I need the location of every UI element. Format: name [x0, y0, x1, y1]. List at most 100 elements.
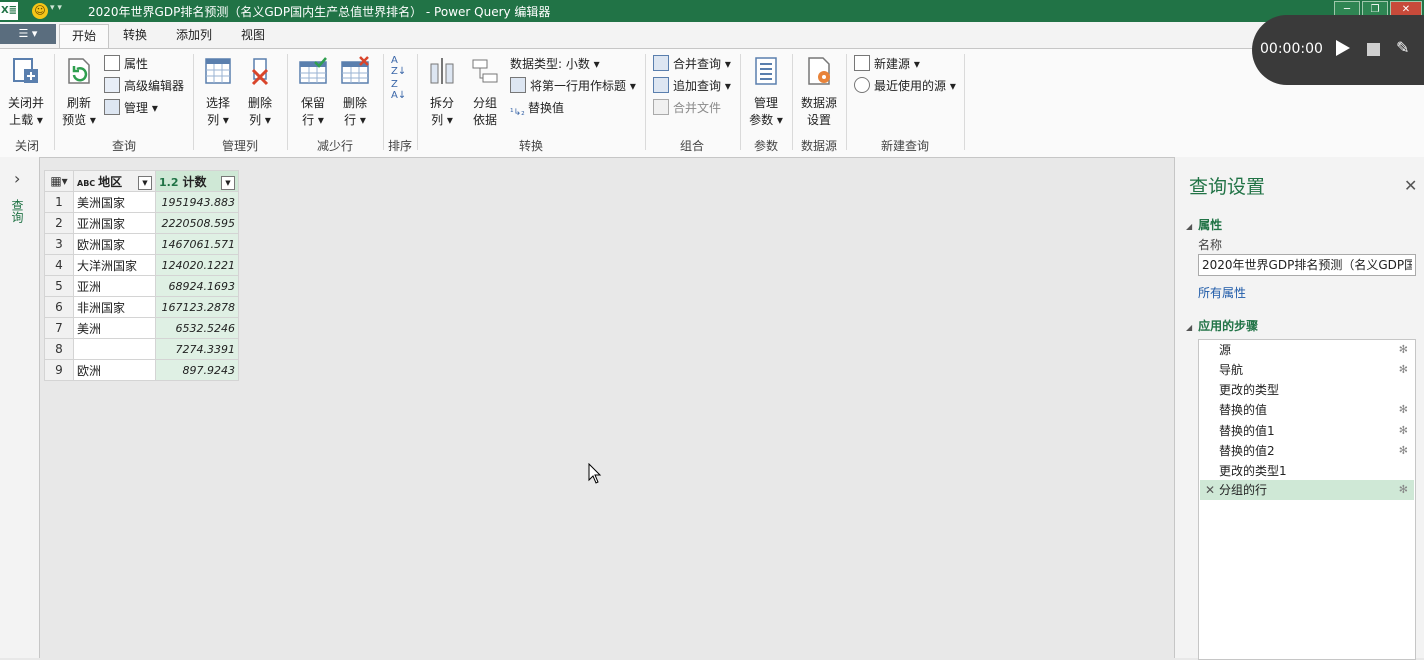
delete-step-icon[interactable]: ✕ — [1205, 480, 1215, 500]
quick-access-toolbar[interactable]: ▾ ▾ — [50, 3, 62, 13]
applied-steps-list: 源 ✻ 导航 ✻ 更改的类型 替换的值 ✻ 替换的值1 ✻ 替换的值2 ✻ 更改的类型1 … — [1198, 339, 1416, 660]
column-header-region[interactable]: ABC 地区 ▼ — [73, 170, 156, 192]
collapse-triangle-icon: ◢ — [1186, 323, 1193, 332]
manage-parameters-button[interactable]: 管理 参数 ▾ — [746, 56, 786, 129]
group-label-transform: 转换 — [518, 139, 543, 153]
stop-icon[interactable] — [1367, 43, 1380, 56]
queries-pane-collapsed: › 查询 — [0, 157, 40, 658]
new-source-button[interactable]: 新建源 ▾ — [854, 55, 920, 73]
append-queries-button[interactable]: 追加查询 ▾ — [653, 77, 731, 95]
split-column-button[interactable]: 拆分 列 ▾ — [424, 56, 460, 129]
table-row: 7 美洲 6532.5246 — [44, 317, 239, 339]
remove-columns-icon — [251, 58, 269, 86]
gear-icon[interactable]: ✻ — [1399, 480, 1408, 500]
advanced-editor-icon — [104, 77, 120, 93]
merge-queries-button[interactable]: 合并查询 ▾ — [653, 55, 731, 73]
properties-icon — [104, 55, 120, 71]
advanced-editor-button[interactable]: 高级编辑器 — [104, 77, 184, 95]
data-source-settings-button[interactable]: 数据源 设置 — [798, 56, 840, 129]
refresh-preview-button[interactable]: 刷新 预览 ▾ — [60, 56, 98, 129]
smiley-feedback-icon[interactable]: ☺ — [32, 3, 48, 19]
group-separator — [417, 54, 418, 150]
group-label-query: 查询 — [111, 139, 136, 153]
split-column-label-1: 拆分 — [429, 96, 454, 110]
list-item[interactable]: 更改的类型 — [1200, 380, 1414, 400]
close-icon[interactable]: ✕ — [1404, 176, 1417, 195]
list-item[interactable]: 替换的值2 ✻ — [1200, 441, 1414, 461]
manage-icon — [104, 99, 120, 115]
excel-app-icon[interactable]: X≣ — [0, 2, 18, 20]
decimal-type-icon[interactable]: 1.2 — [159, 176, 179, 189]
gear-icon[interactable]: ✻ — [1399, 340, 1408, 360]
table-row: 6 非洲国家 167123.2878 — [44, 296, 239, 318]
keep-rows-icon — [299, 57, 327, 84]
remove-rows-icon — [341, 56, 369, 84]
gear-icon[interactable]: ✻ — [1399, 400, 1408, 420]
queries-pane-label[interactable]: 查询 — [10, 199, 26, 223]
close-and-load-button[interactable]: 关闭并 上载 ▾ — [4, 56, 48, 129]
data-grid: ▦▾ ABC 地区 ▼ 1.2 计数 ▼ 1 美洲国家 1951943.883 2 亚洲国… — [44, 170, 239, 381]
sort-ascending-button[interactable]: A Z↓ — [391, 55, 406, 77]
gear-icon[interactable]: ✻ — [1399, 421, 1408, 441]
gear-icon[interactable]: ✻ — [1399, 360, 1408, 380]
manage-parameters-label-1: 管理 — [753, 96, 778, 110]
list-item[interactable]: 更改的类型1 — [1200, 461, 1414, 481]
gear-icon[interactable]: ✻ — [1399, 441, 1408, 461]
list-item-selected[interactable]: ✕ 分组的行 ✻ — [1200, 480, 1414, 500]
data-type-dropdown[interactable]: 数据类型: 小数 ▾ — [510, 55, 600, 73]
table-options-corner-button[interactable]: ▦▾ — [44, 170, 74, 192]
append-queries-icon — [653, 77, 669, 93]
remove-columns-button[interactable]: 删除 列 ▾ — [242, 56, 278, 129]
choose-columns-button[interactable]: 选择 列 ▾ — [200, 56, 236, 129]
remove-rows-label-1: 删除 — [342, 96, 367, 110]
tab-transform[interactable]: 转换 — [111, 24, 159, 48]
close-load-label-1: 关闭并 — [7, 96, 44, 110]
table-row: 2 亚洲国家 2220508.595 — [44, 212, 239, 234]
group-separator — [846, 54, 847, 150]
group-by-icon — [472, 59, 498, 83]
manage-button[interactable]: 管理 ▾ — [104, 99, 158, 117]
remove-rows-label-2: 行 ▾ — [344, 113, 366, 127]
applied-steps-section-header[interactable]: ◢ 应用的步骤 — [1186, 317, 1258, 334]
tab-view[interactable]: 视图 — [229, 24, 277, 48]
file-menu-button[interactable]: ☰ ▾ — [0, 24, 56, 44]
group-by-label-2: 依据 — [472, 113, 497, 127]
refresh-label-1: 刷新 — [66, 96, 91, 110]
tab-home[interactable]: 开始 — [59, 24, 110, 49]
expand-queries-pane-chevron-icon[interactable]: › — [14, 169, 20, 188]
combine-files-button[interactable]: 合并文件 — [653, 99, 721, 117]
play-icon[interactable] — [1336, 40, 1350, 56]
recent-sources-button[interactable]: 最近使用的源 ▾ — [854, 77, 956, 95]
list-item[interactable]: 源 ✻ — [1200, 340, 1414, 360]
replace-values-button[interactable]: ¹↳₂ 替换值 — [510, 99, 564, 118]
group-label-new-query: 新建查询 — [880, 139, 929, 153]
table-row: 5 亚洲 68924.1693 — [44, 275, 239, 297]
table-row: 4 大洋洲国家 124020.1221 — [44, 254, 239, 276]
group-by-button[interactable]: 分组 依据 — [466, 56, 504, 129]
group-separator — [645, 54, 646, 150]
text-type-icon[interactable]: ABC — [77, 179, 95, 188]
group-label-sort: 排序 — [387, 139, 412, 153]
sort-descending-button[interactable]: Z A↓ — [391, 79, 406, 101]
column-filter-dropdown-icon[interactable]: ▼ — [221, 175, 235, 190]
query-name-input[interactable] — [1198, 254, 1416, 276]
properties-section-header[interactable]: ◢ 属性 — [1186, 216, 1222, 233]
pen-icon[interactable]: ✎ — [1396, 38, 1409, 57]
group-separator — [740, 54, 741, 150]
group-separator — [964, 54, 965, 150]
group-label-close: 关闭 — [14, 139, 39, 153]
list-item[interactable]: 替换的值 ✻ — [1200, 400, 1414, 420]
remove-rows-button[interactable]: 删除 行 ▾ — [336, 56, 374, 129]
remove-columns-label-2: 列 ▾ — [249, 113, 271, 127]
table-row: 9 欧洲 897.9243 — [44, 359, 239, 381]
use-first-row-as-headers-button[interactable]: 将第一行用作标题 ▾ — [510, 77, 636, 95]
all-properties-link[interactable]: 所有属性 — [1198, 284, 1246, 301]
list-item[interactable]: 替换的值1 ✻ — [1200, 421, 1414, 441]
list-item[interactable]: 导航 ✻ — [1200, 360, 1414, 380]
tab-add-column[interactable]: 添加列 — [164, 24, 224, 48]
column-filter-dropdown-icon[interactable]: ▼ — [138, 175, 152, 190]
column-header-count[interactable]: 1.2 计数 ▼ — [155, 170, 239, 192]
properties-button[interactable]: 属性 — [104, 55, 148, 73]
choose-columns-label-2: 列 ▾ — [207, 113, 229, 127]
keep-rows-button[interactable]: 保留 行 ▾ — [294, 56, 332, 129]
